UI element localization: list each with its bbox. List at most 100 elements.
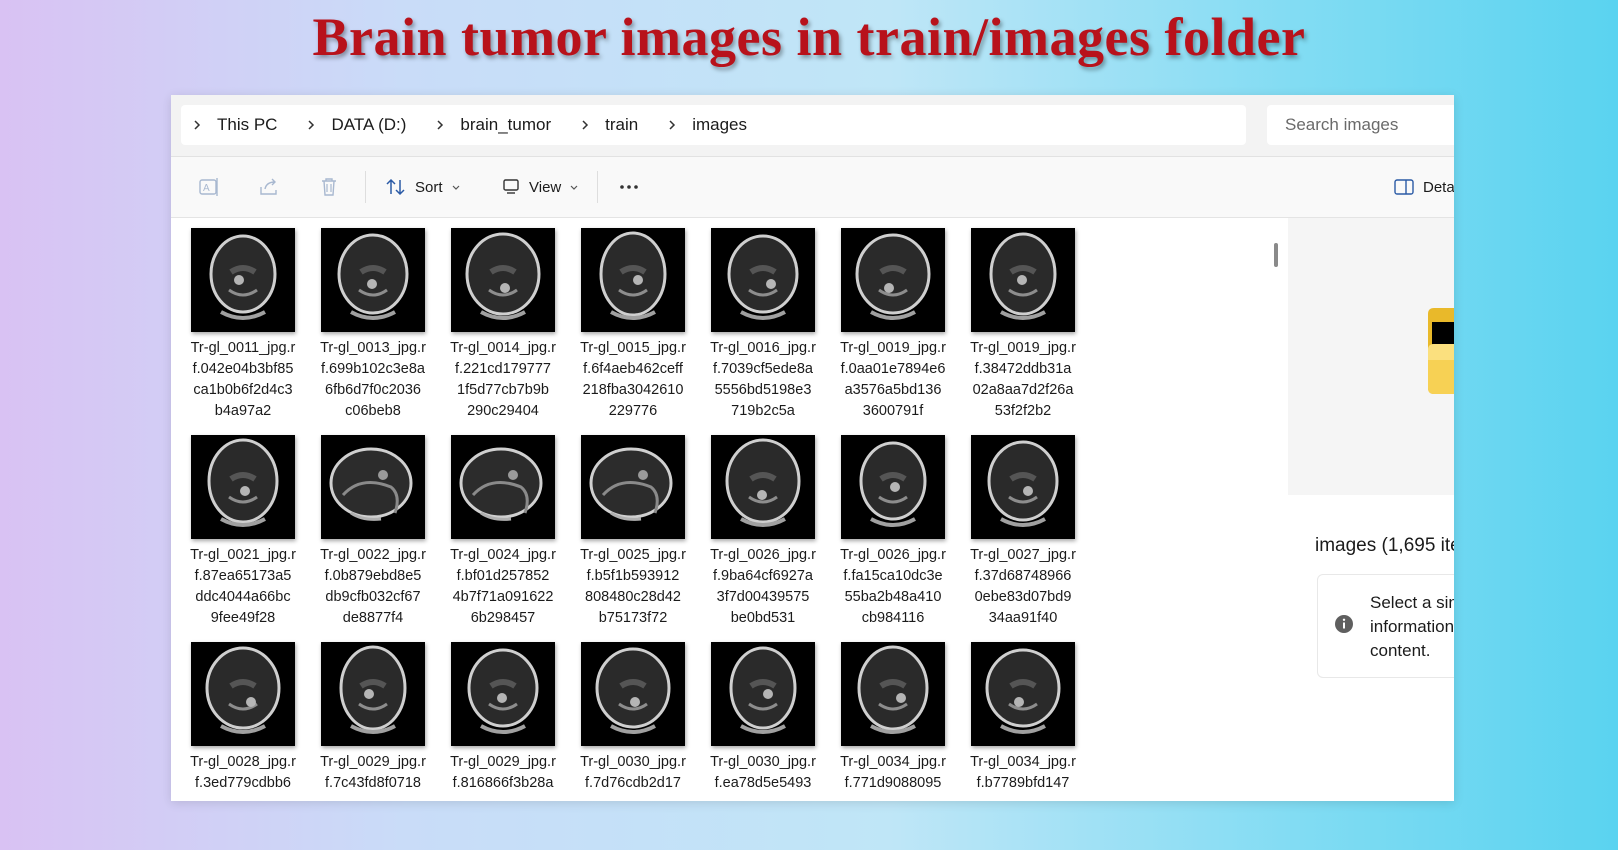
file-name-line: f.7039cf5ede8a <box>713 361 813 377</box>
mri-thumbnail[interactable] <box>581 228 685 332</box>
mri-thumbnail[interactable] <box>321 642 425 746</box>
mri-thumbnail[interactable] <box>191 435 295 539</box>
file-name-line: Tr-gl_0019_jpg.r <box>840 340 946 356</box>
mri-thumbnail[interactable] <box>971 642 1075 746</box>
share-icon[interactable] <box>257 175 281 199</box>
breadcrumb-this-pc[interactable]: This PC <box>217 115 277 135</box>
file-name-line: Tr-gl_0028_jpg.r <box>190 754 296 770</box>
mri-thumbnail[interactable] <box>841 642 945 746</box>
toolbar-separator <box>597 171 598 203</box>
file-name-line: f.fa15ca10dc3e <box>843 568 943 584</box>
details-pane-icon <box>1394 179 1414 195</box>
details-preview <box>1288 218 1454 495</box>
details-info-text: Select a single file to get more informa… <box>1370 593 1454 660</box>
file-name-line: 3600791f <box>862 403 924 419</box>
file-name: Tr-gl_0030_jpg.r f.ea78d5e5493 <box>701 752 825 794</box>
file-name-line: f.699b102c3e8a <box>320 361 425 377</box>
content-area: Tr-gl_0011_jpg.r f.042e04b3bf85 ca1b0b6f2d… <box>171 218 1454 801</box>
mri-thumbnail[interactable] <box>971 228 1075 332</box>
details-title: images (1,695 items) <box>1315 535 1454 556</box>
file-name-line: Tr-gl_0025_jpg.r <box>580 547 686 563</box>
search-input[interactable]: Search images <box>1267 105 1454 145</box>
file-name-line: c06beb8 <box>345 403 401 419</box>
breadcrumb-images[interactable]: images <box>692 115 747 135</box>
chevron-down-icon <box>452 185 459 190</box>
details-info-card: Select a single file to get more informa… <box>1317 574 1454 678</box>
chevron-right-icon[interactable] <box>666 119 678 131</box>
file-name-line: db9cfb032cf67 <box>325 589 421 605</box>
breadcrumb-brain-tumor[interactable]: brain_tumor <box>460 115 551 135</box>
file-name-line: 02a8aa7d2f26a <box>972 382 1074 398</box>
file-name-line: Tr-gl_0021_jpg.r <box>190 547 296 563</box>
file-name-line: f.7c43fd8f0718 <box>325 775 421 791</box>
file-name: Tr-gl_0015_jpg.r f.6f4aeb462ceff 218fba304… <box>571 338 695 422</box>
mri-thumbnail[interactable] <box>841 435 945 539</box>
file-name-line: 3f7d00439575 <box>716 589 810 605</box>
file-name-line: f.9ba64cf6927a <box>713 568 813 584</box>
file-name: Tr-gl_0029_jpg.r f.7c43fd8f0718 <box>311 752 435 794</box>
file-name-line: f.b7789bfd147 <box>976 775 1070 791</box>
chevron-right-icon[interactable] <box>579 119 591 131</box>
file-name-line: f.0b879ebd8e5 <box>324 568 422 584</box>
mri-thumbnail[interactable] <box>321 435 425 539</box>
file-name-line: Tr-gl_0026_jpg.r <box>710 547 816 563</box>
mri-thumbnail[interactable] <box>711 228 815 332</box>
mri-thumbnail[interactable] <box>971 435 1075 539</box>
file-name-line: Tr-gl_0034_jpg.r <box>970 754 1076 770</box>
view-button[interactable]: View <box>501 173 587 201</box>
file-name-line: f.816866f3b28a <box>452 775 554 791</box>
mri-thumbnail[interactable] <box>191 642 295 746</box>
chevron-right-icon[interactable] <box>191 119 203 131</box>
delete-icon[interactable] <box>317 175 341 199</box>
file-name-line: 229776 <box>608 403 658 419</box>
mri-thumbnail[interactable] <box>451 435 555 539</box>
file-name-line: Tr-gl_0011_jpg.r <box>190 340 296 356</box>
file-name: Tr-gl_0019_jpg.r f.38472ddb31a 02a8aa7d2f2… <box>961 338 1085 422</box>
file-name-line: 0ebe83d07bd9 <box>974 589 1072 605</box>
details-button[interactable]: Details <box>1393 173 1454 201</box>
breadcrumb-train[interactable]: train <box>605 115 638 135</box>
sort-button[interactable]: Sort <box>385 173 469 201</box>
file-name-line: Tr-gl_0022_jpg.r <box>320 547 426 563</box>
file-name-line: 1f5d77cb7b9b <box>457 382 549 398</box>
info-icon <box>1335 615 1353 633</box>
file-name-line: Tr-gl_0027_jpg.r <box>970 547 1076 563</box>
file-name-line: Tr-gl_0019_jpg.r <box>970 340 1076 356</box>
file-name-line: 290c29404 <box>467 403 539 419</box>
chevron-right-icon[interactable] <box>305 119 317 131</box>
file-name-line: f.bf01d257852 <box>456 568 550 584</box>
mri-thumbnail[interactable] <box>321 228 425 332</box>
mri-thumbnail[interactable] <box>841 228 945 332</box>
mri-thumbnail[interactable] <box>581 435 685 539</box>
mri-thumbnail[interactable] <box>581 642 685 746</box>
breadcrumb-data-drive[interactable]: DATA (D:) <box>331 115 406 135</box>
file-name-line: Tr-gl_0024_jpg.r <box>450 547 556 563</box>
file-name-line: b75173f72 <box>598 610 668 626</box>
file-name: Tr-gl_0026_jpg.r f.fa15ca10dc3e 55ba2b48a4… <box>831 545 955 629</box>
file-name-line: 4b7f71a091622 <box>452 589 554 605</box>
folder-icon <box>1428 308 1454 394</box>
svg-text:A: A <box>203 183 210 194</box>
breadcrumb[interactable]: This PC DATA (D:) brain_tumor train imag… <box>181 105 1246 145</box>
file-name-line: be0bd531 <box>730 610 796 626</box>
file-name-line: f.87ea65173a5 <box>194 568 292 584</box>
chevron-right-icon[interactable] <box>434 119 446 131</box>
mri-thumbnail[interactable] <box>711 642 815 746</box>
file-name-line: 55ba2b48a410 <box>844 589 942 605</box>
vertical-scrollbar[interactable] <box>1274 243 1278 267</box>
file-name: Tr-gl_0027_jpg.r f.37d68748966 0ebe83d07bd… <box>961 545 1085 629</box>
file-grid: Tr-gl_0011_jpg.r f.042e04b3bf85 ca1b0b6f2d… <box>171 218 1264 801</box>
rename-icon[interactable]: A <box>197 175 221 199</box>
mri-thumbnail[interactable] <box>451 228 555 332</box>
view-icon <box>503 179 519 194</box>
file-name-line: Tr-gl_0030_jpg.r <box>580 754 686 770</box>
file-name: Tr-gl_0013_jpg.r f.699b102c3e8a 6fb6d7f0c2… <box>311 338 435 422</box>
file-name-line: f.37d68748966 <box>974 568 1072 584</box>
file-name-line: Tr-gl_0016_jpg.r <box>710 340 816 356</box>
mri-thumbnail[interactable] <box>711 435 815 539</box>
file-name-line: Tr-gl_0026_jpg.r <box>840 547 946 563</box>
more-options-icon[interactable] <box>617 175 641 199</box>
mri-thumbnail[interactable] <box>451 642 555 746</box>
file-name-line: f.ea78d5e5493 <box>714 775 812 791</box>
mri-thumbnail[interactable] <box>191 228 295 332</box>
